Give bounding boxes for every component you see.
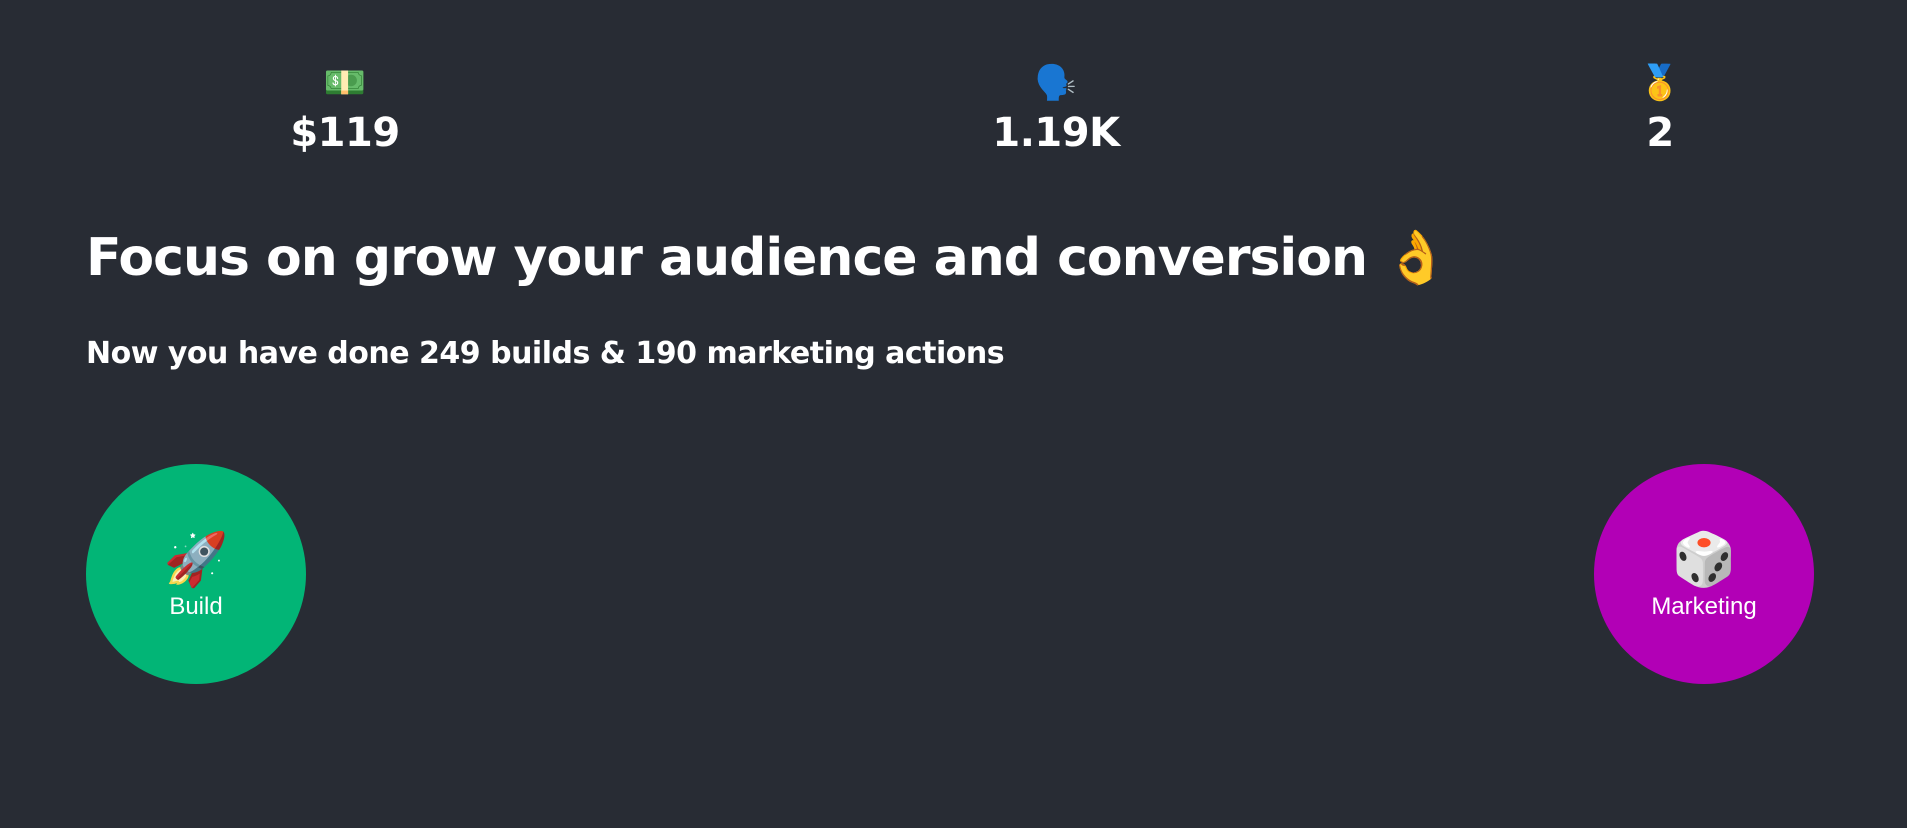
stat-medals: 🥇 2: [1540, 58, 1780, 158]
build-button[interactable]: 🚀 Build: [86, 464, 306, 684]
medal-icon: 🥇: [1638, 63, 1682, 103]
speaking-head-icon: 🗣️: [1034, 63, 1078, 103]
marketing-button-label: Marketing: [1651, 593, 1757, 620]
stat-audience: 🗣️ 1.19K: [936, 58, 1176, 158]
medals-value: 2: [1646, 110, 1674, 156]
progress-summary: Now you have done 249 builds & 190 marke…: [86, 336, 1005, 371]
marketing-button[interactable]: 🎲 Marketing: [1594, 464, 1814, 684]
stat-money: 💵 $119: [225, 58, 465, 158]
dice-icon: 🎲: [1671, 531, 1737, 589]
game-screen: 💵 $119 🗣️ 1.19K 🥇 2 Focus on grow your a…: [0, 0, 1907, 828]
audience-value: 1.19K: [992, 110, 1120, 156]
money-value: $119: [290, 110, 400, 156]
build-button-label: Build: [169, 593, 223, 620]
page-title: Focus on grow your audience and conversi…: [86, 228, 1449, 288]
dollar-banknote-icon: 💵: [323, 63, 367, 103]
rocket-icon: 🚀: [163, 531, 229, 589]
stats-bar: 💵 $119 🗣️ 1.19K 🥇 2: [0, 58, 1907, 168]
